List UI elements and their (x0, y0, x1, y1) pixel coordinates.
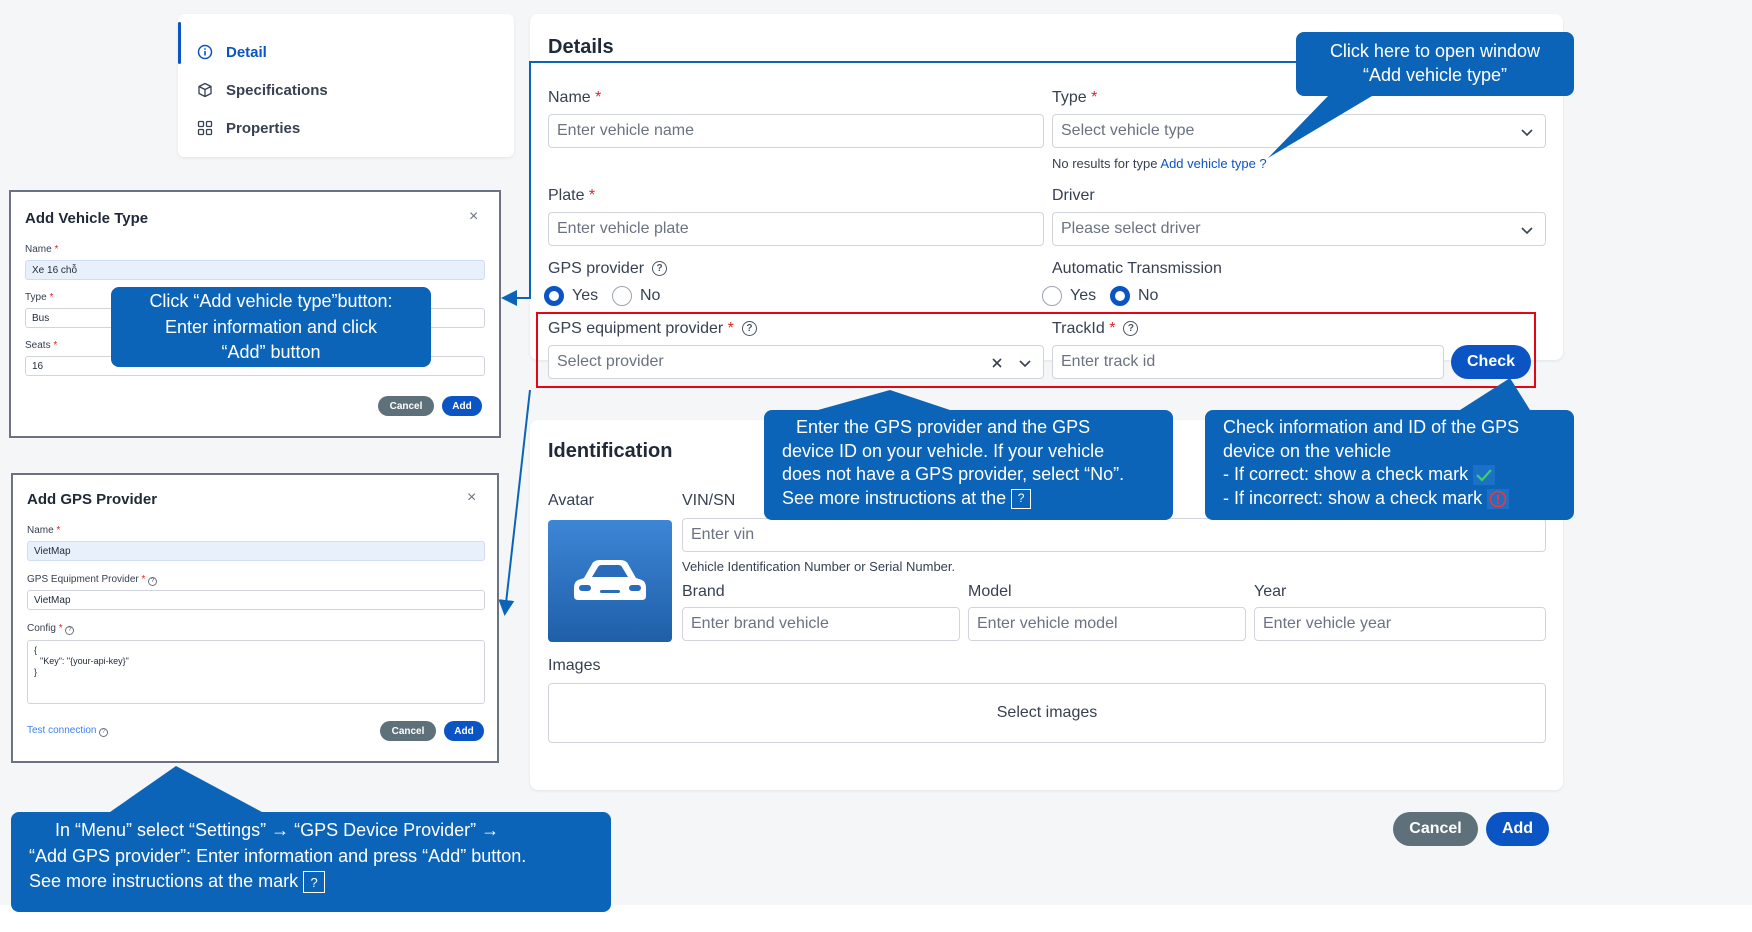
config-label: Config * ? (27, 623, 75, 635)
dialog-cancel-button[interactable]: Cancel (380, 721, 436, 741)
error-mark-icon (1487, 488, 1510, 509)
help-icon[interactable]: ? (65, 625, 75, 635)
equipment-label: GPS Equipment Provider * ? (27, 574, 158, 586)
dialog-add-button[interactable]: Add (442, 396, 482, 416)
close-icon[interactable]: × (467, 489, 476, 507)
check-mark-icon (1473, 465, 1496, 486)
equipment-select[interactable]: VietMap (27, 590, 485, 610)
dialog-title: Add GPS Provider (27, 491, 158, 508)
help-icon: ? (1011, 488, 1032, 509)
callout-add-vehicle-type: Click here to open window “Add vehicle ty… (1296, 32, 1574, 96)
help-icon: ? (303, 871, 326, 894)
test-connection-link[interactable]: Test connection ? (27, 725, 109, 737)
help-icon[interactable]: ? (148, 576, 158, 586)
dialog-cancel-button[interactable]: Cancel (378, 396, 434, 416)
callout-check: Check information and ID of the GPS devi… (1205, 410, 1574, 520)
type-name-input[interactable]: Xe 16 chỗ (25, 260, 485, 280)
help-icon[interactable]: ? (99, 727, 109, 737)
type-label: Type * (25, 292, 54, 303)
seats-label: Seats * (25, 340, 58, 351)
config-textarea[interactable]: { "Key": "{your-api-key}" } (27, 640, 485, 704)
close-icon[interactable]: × (469, 208, 478, 226)
name-label: Name * (27, 525, 61, 536)
name-label: Name * (25, 244, 59, 255)
dialog-title: Add Vehicle Type (25, 210, 149, 227)
gps-name-input[interactable]: VietMap (27, 541, 485, 561)
callout-dialog-vehicle-type: Click “Add vehicle type”button: Enter in… (111, 287, 431, 367)
dialog-add-button[interactable]: Add (444, 721, 484, 741)
add-gps-provider-dialog: Add GPS Provider × Name * VietMap GPS Eq… (11, 473, 499, 763)
callout-gps-provider: Enter the GPS provider and the GPS devic… (764, 410, 1173, 520)
callout-menu-instructions: In “Menu” select “Settings” → “GPS Devic… (11, 812, 611, 912)
